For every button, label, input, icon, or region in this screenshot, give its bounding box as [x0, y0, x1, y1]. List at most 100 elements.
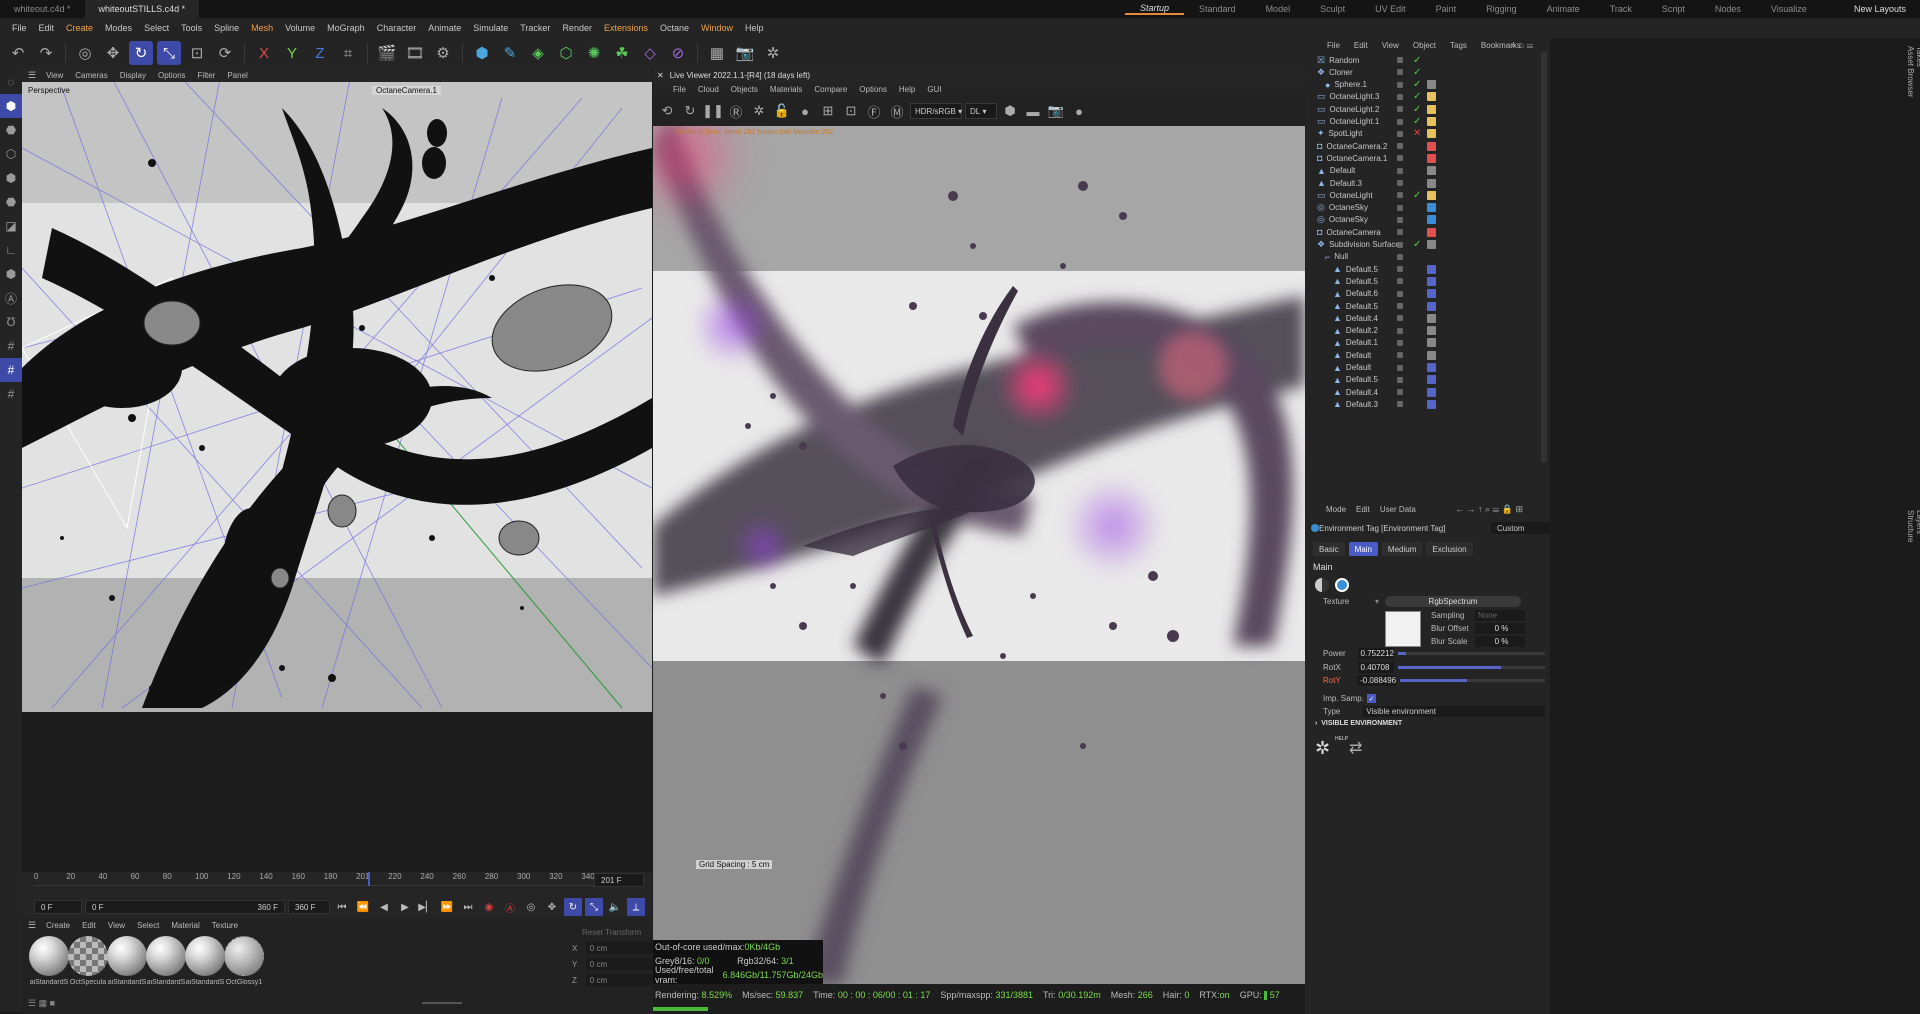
object-row[interactable]: ◎ OctaneSky [1305, 214, 1550, 226]
object-tag-icon[interactable] [1427, 264, 1436, 274]
undo-icon[interactable]: ↶ [6, 41, 30, 65]
deformer-icon[interactable]: ☘ [610, 41, 634, 65]
env-type-icon-selected[interactable] [1335, 578, 1349, 592]
visibility-dots[interactable] [1397, 155, 1403, 162]
live-viewer-menu-cloud[interactable]: Cloud [692, 85, 725, 94]
render-settings-icon[interactable]: ⚙ [431, 41, 455, 65]
attribute-menu-mode[interactable]: Mode [1321, 505, 1351, 514]
attribute-nav-icon[interactable]: ← → ↑ ⌕ ☰ 🔒 ⊞ [1455, 504, 1523, 515]
grid-icon[interactable]: ▦ [705, 41, 729, 65]
object-tag-icon[interactable] [1427, 399, 1436, 409]
play-icon[interactable]: ▶ [396, 898, 414, 916]
next-frame-icon[interactable]: ▶▏ [417, 898, 435, 916]
subdivision-icon[interactable]: ◈ [526, 41, 550, 65]
keyframe-icon[interactable]: ◎ [522, 898, 540, 916]
enable-check[interactable]: ✓ [1413, 104, 1421, 115]
light-icon[interactable]: ⊘ [666, 41, 690, 65]
menu-help[interactable]: Help [739, 23, 770, 33]
menu-volume[interactable]: Volume [279, 23, 321, 33]
live-viewer-menu-file[interactable]: File [667, 85, 692, 94]
blur-offset-field[interactable]: 0 % [1475, 623, 1525, 634]
preset-dropdown[interactable]: Custom [1491, 522, 1551, 534]
visibility-dots[interactable] [1397, 57, 1403, 63]
env-type-icon[interactable] [1315, 578, 1329, 592]
visibility-dots[interactable] [1397, 266, 1403, 273]
octane-logo-icon[interactable]: ✲ [1315, 738, 1330, 759]
object-row[interactable]: ▲ Default.5 [1305, 275, 1550, 287]
field-icon[interactable]: ◇ [638, 41, 662, 65]
visibility-dots[interactable] [1397, 167, 1403, 174]
attribute-menu-user-data[interactable]: User Data [1375, 505, 1421, 514]
layout-tab-uv-edit[interactable]: UV Edit [1360, 4, 1421, 14]
sampling-field[interactable]: None [1475, 610, 1525, 621]
next-key-icon[interactable]: ⏩ [438, 898, 456, 916]
enable-check[interactable]: ✓ [1413, 116, 1421, 127]
object-tag-icon[interactable] [1427, 375, 1436, 385]
side-tab-layers[interactable]: Layers [1915, 510, 1920, 544]
hexagon-icon[interactable]: ⬢ [1000, 101, 1020, 121]
visibility-dots[interactable] [1397, 106, 1403, 113]
texture-shader-button[interactable]: RgbSpectrum [1385, 596, 1522, 607]
menu-file[interactable]: File [6, 23, 33, 33]
coord-field-p[interactable]: 0 cm [585, 958, 654, 970]
layout-tab-track[interactable]: Track [1595, 4, 1647, 14]
send-scene-icon[interactable]: ⟲ [657, 101, 677, 121]
param-value-field[interactable]: 0.40708 [1357, 661, 1395, 673]
live-viewer-menu-help[interactable]: Help [893, 85, 921, 94]
param-value-field[interactable]: -0.088496 [1357, 675, 1397, 686]
viewport-menu-options[interactable]: Options [152, 71, 192, 80]
restart-render-icon[interactable]: ↻ [680, 101, 700, 121]
enable-check[interactable]: ✓ [1413, 55, 1421, 66]
param-slider[interactable] [1398, 665, 1545, 669]
object-menu-object[interactable]: Object [1407, 41, 1442, 50]
render-view-icon[interactable]: 🎬 [375, 41, 399, 65]
enable-check[interactable]: ✕ [1413, 128, 1421, 139]
autokey-icon[interactable]: Ⓐ [501, 898, 519, 916]
object-menu-edit[interactable]: Edit [1348, 41, 1374, 50]
object-tag-icon[interactable] [1427, 326, 1436, 336]
menu-create[interactable]: Create [60, 23, 99, 33]
visibility-dots[interactable] [1397, 327, 1403, 334]
object-row[interactable]: ⌐ Null [1305, 251, 1550, 263]
object-tag-icon[interactable] [1427, 338, 1436, 348]
material-menu-icon[interactable]: ☰ [28, 920, 36, 931]
attribute-tab-exclusion[interactable]: Exclusion [1426, 542, 1473, 556]
material-menu-view[interactable]: View [102, 921, 131, 930]
key-scale-icon[interactable]: ⤡ [585, 898, 603, 916]
document-tab[interactable]: whiteout.c4d * [0, 0, 85, 18]
object-tag-icon[interactable] [1427, 178, 1436, 188]
viewport-menu-cameras[interactable]: Cameras [69, 71, 113, 80]
visibility-dots[interactable] [1397, 130, 1403, 137]
visibility-dots[interactable] [1397, 290, 1403, 297]
param-value-field[interactable]: 0.752212 [1357, 648, 1395, 659]
object-list-scrollbar[interactable] [1541, 52, 1547, 462]
object-tag-icon[interactable] [1427, 363, 1436, 372]
menu-mesh[interactable]: Mesh [245, 23, 279, 33]
object-tag-icon[interactable] [1427, 276, 1436, 286]
menu-simulate[interactable]: Simulate [467, 23, 514, 33]
layout-tab-script[interactable]: Script [1647, 4, 1700, 14]
object-row[interactable]: ▲ Default.5 [1305, 263, 1550, 275]
visibility-dots[interactable] [1397, 180, 1403, 186]
visibility-dots[interactable] [1397, 192, 1403, 199]
enable-check[interactable]: ✓ [1413, 190, 1421, 201]
object-row[interactable]: ▲ Default.6 [1305, 288, 1550, 300]
object-row[interactable]: ▲ Default.1 [1305, 337, 1550, 349]
film-region-icon[interactable]: ⊡ [841, 101, 861, 121]
viewport-menu-view[interactable]: View [40, 71, 69, 80]
visibility-dots[interactable] [1397, 315, 1403, 322]
menu-modes[interactable]: Modes [99, 23, 138, 33]
object-tag-icon[interactable] [1427, 92, 1436, 102]
display-icon[interactable]: ▬ [1023, 101, 1043, 121]
object-tag-icon[interactable] [1427, 289, 1436, 299]
object-menu-view[interactable]: View [1376, 41, 1405, 50]
x-axis-icon[interactable]: X [252, 41, 276, 65]
close-icon[interactable]: ✕ [657, 71, 664, 80]
viewport-menu-icon[interactable]: ☰ [28, 70, 36, 81]
object-tag-icon[interactable] [1427, 203, 1436, 213]
end-frame-field[interactable]: 360 F [288, 900, 330, 914]
layout-tab-model[interactable]: Model [1251, 4, 1306, 14]
object-tag-icon[interactable] [1427, 387, 1436, 397]
enable-check[interactable]: ✓ [1413, 91, 1421, 102]
object-row[interactable]: ▭ OctaneLight.2 ✓ [1305, 103, 1550, 115]
